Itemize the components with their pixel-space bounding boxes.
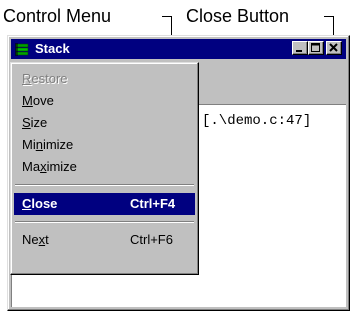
menu-item-label: Minimize <box>22 137 74 152</box>
menu-item-minimize[interactable]: Minimize <box>14 134 195 156</box>
control-menu-icon[interactable] <box>14 41 30 57</box>
menu-item-size[interactable]: Size <box>14 112 195 134</box>
control-menu: Restore Move Size Minimize Maximize Clos… <box>10 62 199 275</box>
menu-item-maximize[interactable]: Maximize <box>14 156 195 178</box>
menu-separator <box>15 184 194 186</box>
menu-item-label: Close <box>22 196 58 211</box>
minimize-button[interactable] <box>292 41 308 55</box>
minimize-icon <box>296 50 302 52</box>
menu-item-move[interactable]: Move <box>14 90 195 112</box>
control-menu-callout: Control Menu <box>3 6 112 26</box>
menu-item-restore: Restore <box>14 68 195 90</box>
menu-item-next[interactable]: Next Ctrl+F6 <box>14 229 195 251</box>
maximize-button[interactable] <box>308 41 324 55</box>
menu-item-label: Size <box>22 115 48 130</box>
maximize-icon <box>311 43 320 52</box>
stack-frame-location: [.\demo.c:47] <box>202 113 312 129</box>
menu-item-shortcut: Ctrl+F4 <box>130 196 176 211</box>
window-title: Stack <box>35 41 70 56</box>
title-bar[interactable]: Stack <box>11 39 346 59</box>
close-button-callout: Close Button <box>186 6 290 26</box>
menu-separator <box>15 221 194 223</box>
menu-item-close[interactable]: Close Ctrl+F4 <box>14 193 195 215</box>
close-icon <box>329 43 338 52</box>
menu-item-shortcut: Ctrl+F6 <box>130 232 173 247</box>
menu-item-label: Next <box>22 232 49 247</box>
menu-item-label: Maximize <box>22 159 77 174</box>
close-button[interactable] <box>326 41 342 55</box>
menu-item-label: Restore <box>22 71 68 86</box>
menu-item-label: Move <box>22 93 54 108</box>
